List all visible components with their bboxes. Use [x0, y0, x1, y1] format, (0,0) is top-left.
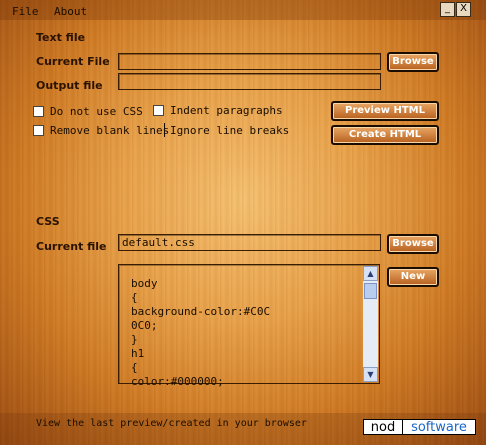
ignore-line-breaks-label: Ignore line breaks [170, 124, 290, 137]
css-current-file-field[interactable]: default.css [118, 234, 381, 251]
create-html-button[interactable]: Create HTML [331, 125, 439, 145]
css-editor-scrollbar[interactable]: ▲ ▼ [363, 266, 378, 382]
close-button[interactable]: X [456, 2, 471, 17]
new-css-button[interactable]: New [387, 267, 439, 287]
css-line: } [131, 333, 138, 346]
css-current-file-label: Current file [36, 240, 107, 253]
scroll-thumb[interactable] [364, 283, 377, 299]
browse-css-file-button[interactable]: Browse [387, 234, 439, 254]
indent-paragraphs-checkbox[interactable] [153, 105, 164, 116]
css-line: { [131, 361, 138, 374]
current-file-label: Current File [36, 55, 110, 68]
preview-html-button[interactable]: Preview HTML [331, 101, 439, 121]
css-editor[interactable]: body { background-color:#C0C 0C0; } h1 {… [118, 264, 380, 388]
css-line: background-color:#C0C [131, 305, 271, 318]
browse-text-file-button[interactable]: Browse [387, 52, 439, 72]
menu-about[interactable]: About [54, 5, 87, 18]
indent-paragraphs-label: Indent paragraphs [170, 104, 283, 117]
no-css-label: Do not use CSS [50, 105, 143, 118]
status-text: View the last preview/created in your br… [36, 418, 307, 429]
scroll-down-icon[interactable]: ▼ [363, 367, 378, 382]
brand-logo-right: software [403, 419, 476, 435]
no-css-checkbox[interactable] [33, 106, 44, 117]
css-line: { [131, 291, 138, 304]
scroll-up-icon[interactable]: ▲ [363, 266, 378, 281]
remove-blank-lines-checkbox[interactable] [33, 125, 44, 136]
current-file-field[interactable] [118, 53, 381, 70]
css-section-title: CSS [36, 215, 60, 228]
menu-file[interactable]: File [12, 5, 39, 18]
minimize-button[interactable]: _ [440, 2, 455, 17]
output-file-field[interactable] [118, 73, 381, 90]
css-line: body [131, 277, 158, 290]
css-editor-text[interactable]: body { background-color:#C0C 0C0; } h1 {… [131, 277, 361, 389]
css-line: 0C0; [131, 319, 158, 332]
remove-blank-lines-label: Remove blank lines [50, 124, 170, 137]
text-file-section-title: Text file [36, 31, 86, 44]
brand-logo-left: nod [363, 419, 403, 435]
css-line: color:#000000; [131, 375, 224, 388]
output-file-label: Output file [36, 79, 103, 92]
ignore-line-breaks-checkbox[interactable] [164, 123, 165, 137]
css-line: h1 [131, 347, 145, 360]
